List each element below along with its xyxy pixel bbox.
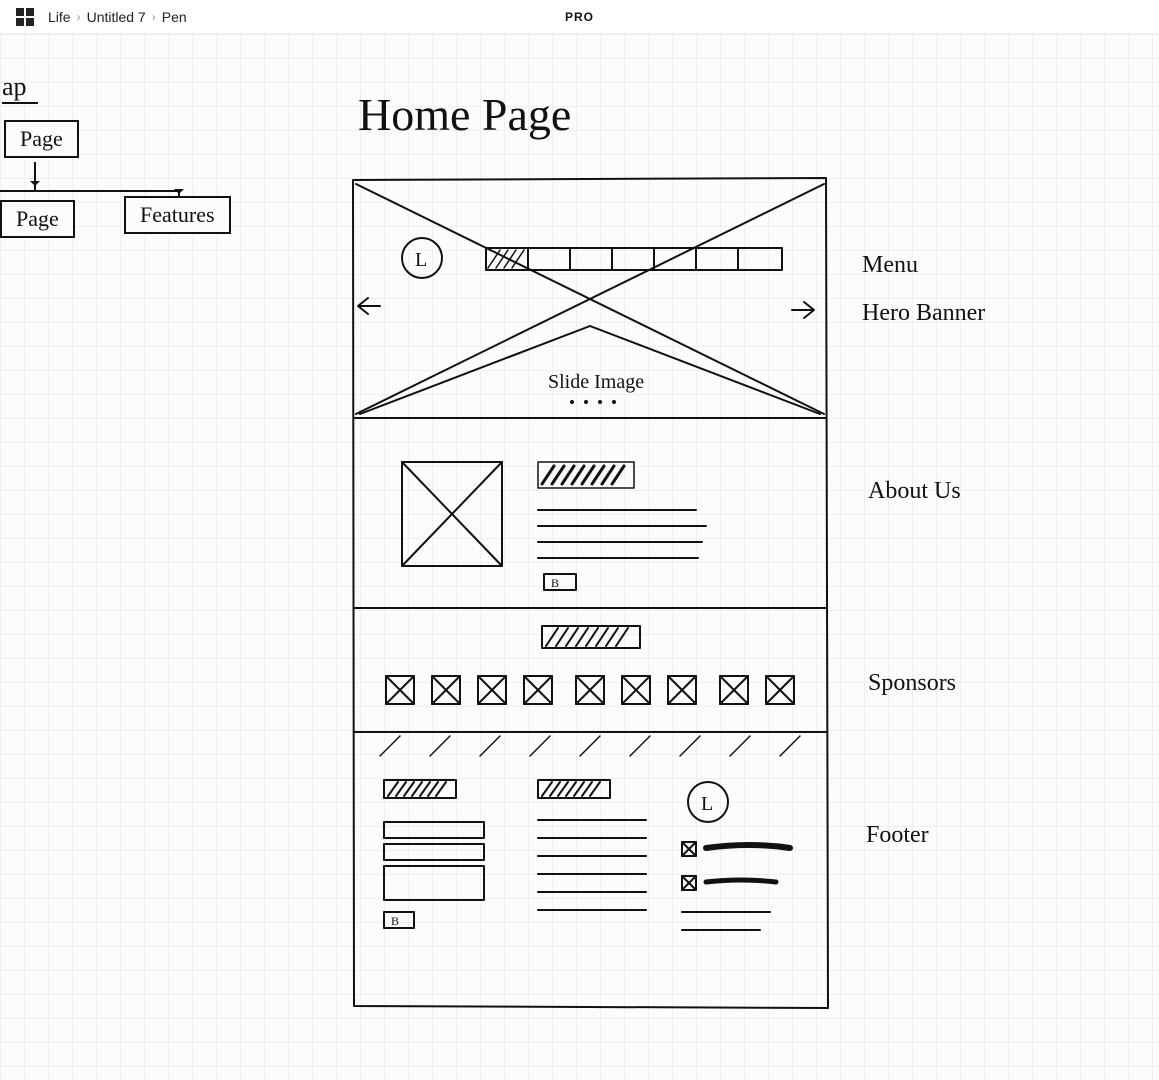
pro-badge: PRO bbox=[565, 10, 594, 24]
sitemap-partial-text: ap bbox=[2, 72, 27, 102]
wireframe-home-page[interactable]: L bbox=[350, 176, 830, 1006]
app-grid-icon[interactable] bbox=[16, 8, 34, 26]
breadcrumb: Life › Untitled 7 › Pen bbox=[48, 9, 187, 25]
svg-text:L: L bbox=[701, 793, 713, 815]
annotation-about: About Us bbox=[868, 478, 961, 505]
annotation-menu: Menu bbox=[862, 252, 918, 279]
breadcrumb-item[interactable]: Pen bbox=[162, 9, 187, 25]
svg-text:B: B bbox=[551, 576, 559, 590]
wf-logo-letter: L bbox=[415, 249, 427, 271]
connector-line bbox=[0, 190, 180, 192]
sponsor-logos bbox=[386, 676, 794, 704]
wf-slide-label: Slide Image bbox=[548, 371, 644, 393]
sitemap-node-features[interactable]: Features bbox=[124, 196, 231, 234]
annotation-sponsors: Sponsors bbox=[868, 670, 956, 697]
design-canvas[interactable]: Home Page ap Page Page Features Menu Her… bbox=[0, 34, 1159, 1080]
page-title: Home Page bbox=[358, 88, 571, 141]
breadcrumb-item[interactable]: Life bbox=[48, 9, 71, 25]
chevron-right-icon: › bbox=[152, 10, 156, 24]
breadcrumb-item[interactable]: Untitled 7 bbox=[87, 9, 146, 25]
annotation-footer: Footer bbox=[866, 822, 929, 849]
svg-text:B: B bbox=[391, 914, 399, 928]
arrow-down-icon bbox=[34, 162, 36, 190]
sitemap-node-page-bottom[interactable]: Page bbox=[0, 200, 75, 238]
top-bar: Life › Untitled 7 › Pen PRO bbox=[0, 0, 1159, 34]
sitemap-node-page-top[interactable]: Page bbox=[4, 120, 79, 158]
carousel-next-icon bbox=[792, 302, 814, 318]
carousel-prev-icon bbox=[358, 298, 380, 314]
annotation-hero: Hero Banner bbox=[862, 300, 985, 327]
chevron-right-icon: › bbox=[77, 10, 81, 24]
